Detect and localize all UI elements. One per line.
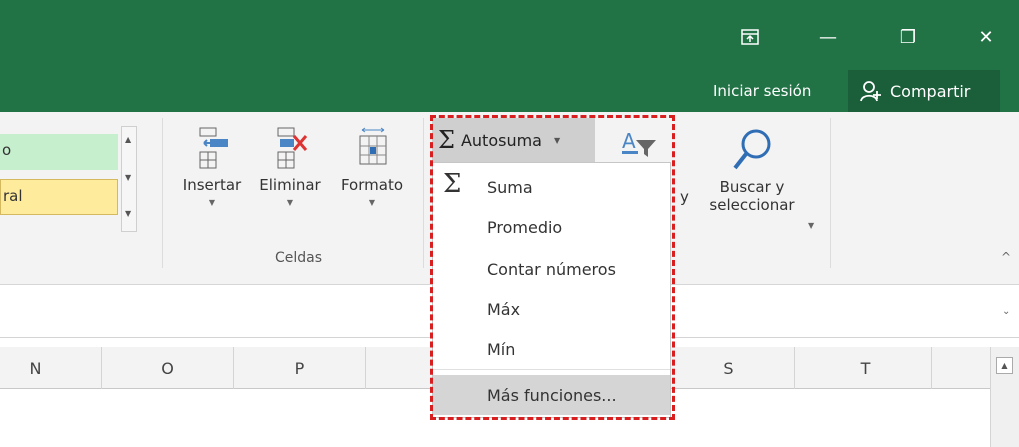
column-header-o[interactable]: O [102, 347, 234, 389]
autosum-button[interactable]: Σ Autosuma ▼ [432, 118, 595, 162]
menu-separator [433, 369, 670, 370]
column-header-n[interactable]: N [0, 347, 102, 389]
menu-item-label: Suma [487, 177, 533, 197]
delete-button[interactable]: Eliminar ▼ [250, 126, 330, 207]
format-cells-icon [359, 127, 387, 165]
person-add-icon [860, 81, 881, 102]
find-select-dropdown-icon: ▼ [808, 221, 815, 230]
format-label: Formato [340, 176, 404, 194]
search-icon [733, 129, 771, 170]
title-bar: — ❐ ✕ Iniciar sesión Compartir [0, 0, 1019, 112]
cell-style-neutral[interactable]: ral [0, 179, 118, 215]
find-select-button[interactable]: Buscar y seleccionar [697, 126, 807, 214]
column-header-t[interactable]: T [800, 347, 932, 389]
insert-cells-icon [199, 127, 228, 169]
collapse-ribbon-icon[interactable]: ^ [1001, 250, 1011, 264]
autosum-label: Autosuma [460, 130, 542, 150]
format-button[interactable]: Formato ▼ [330, 126, 414, 207]
maximize-icon: ❐ [899, 26, 917, 48]
scroll-up-arrow-icon[interactable]: ▲ [996, 357, 1013, 374]
column-label: P [294, 358, 305, 378]
share-label: Compartir [890, 81, 971, 101]
cell-style-good-label: o [2, 141, 12, 159]
insert-dropdown-icon: ▼ [208, 198, 216, 207]
maximize-button[interactable]: ❐ [888, 22, 928, 52]
delete-dropdown-icon: ▼ [286, 198, 294, 207]
column-label: N [29, 358, 42, 378]
cell-style-neutral-label: ral [3, 187, 23, 205]
format-dropdown-icon: ▼ [368, 198, 376, 207]
column-label: T [860, 358, 871, 378]
menu-item-max[interactable]: Máx [433, 289, 670, 329]
menu-item-label: Contar números [487, 259, 616, 279]
group-separator [830, 118, 831, 268]
menu-item-label: Mín [487, 339, 516, 359]
group-separator [423, 118, 424, 268]
find-select-label-line1: Buscar y [719, 178, 785, 196]
styles-gallery-scroll[interactable]: ▲ ▼ ▼ [121, 126, 137, 232]
menu-item-more-functions[interactable]: Más funciones... [433, 375, 670, 415]
expand-formula-bar-icon[interactable]: ⌄ [1002, 306, 1010, 317]
sort-filter-icon: A [622, 129, 656, 157]
delete-label: Eliminar [259, 176, 321, 194]
column-header-p[interactable]: P [234, 347, 366, 389]
share-button[interactable]: Compartir [848, 70, 1000, 112]
sigma-icon: Σ [438, 126, 455, 154]
gallery-more-icon: ▼ [125, 209, 132, 218]
menu-item-min[interactable]: Mín [433, 329, 670, 369]
svg-text:A: A [622, 129, 636, 153]
scroll-down-icon: ▼ [125, 173, 132, 182]
menu-item-label: Más funciones... [487, 385, 617, 405]
insert-label: Insertar [182, 176, 242, 194]
menu-item-label: Promedio [487, 217, 563, 237]
column-label: S [723, 358, 734, 378]
insert-button[interactable]: Insertar ▼ [172, 126, 252, 207]
sort-filter-label-partial: y [680, 188, 689, 206]
menu-item-average[interactable]: Promedio [433, 207, 670, 247]
minimize-icon: — [819, 26, 837, 48]
sigma-icon: Σ [443, 169, 462, 199]
scroll-up-icon: ▲ [125, 135, 132, 144]
close-button[interactable]: ✕ [966, 22, 1006, 52]
column-header-s[interactable]: S [663, 347, 795, 389]
celdas-group-label: Celdas [275, 250, 323, 266]
sign-in-link[interactable]: Iniciar sesión [713, 82, 811, 100]
column-label: O [161, 358, 174, 378]
group-separator [162, 118, 163, 268]
menu-item-label: Máx [487, 299, 521, 319]
minimize-button[interactable]: — [808, 22, 848, 52]
menu-item-sum[interactable]: Σ Suma [433, 167, 670, 207]
menu-item-count-numbers[interactable]: Contar números [433, 249, 670, 289]
ribbon-display-options-icon[interactable] [730, 22, 770, 52]
autosum-menu: Σ Suma Promedio Contar números Máx Mín M… [432, 162, 671, 418]
cell-style-good[interactable]: o [0, 134, 118, 170]
vertical-scrollbar[interactable]: ▲ [990, 347, 1019, 447]
autosum-dropdown-icon: ▼ [553, 135, 561, 145]
find-select-label-line2: seleccionar [709, 196, 795, 214]
close-icon: ✕ [978, 26, 994, 48]
delete-cells-icon [277, 127, 308, 169]
